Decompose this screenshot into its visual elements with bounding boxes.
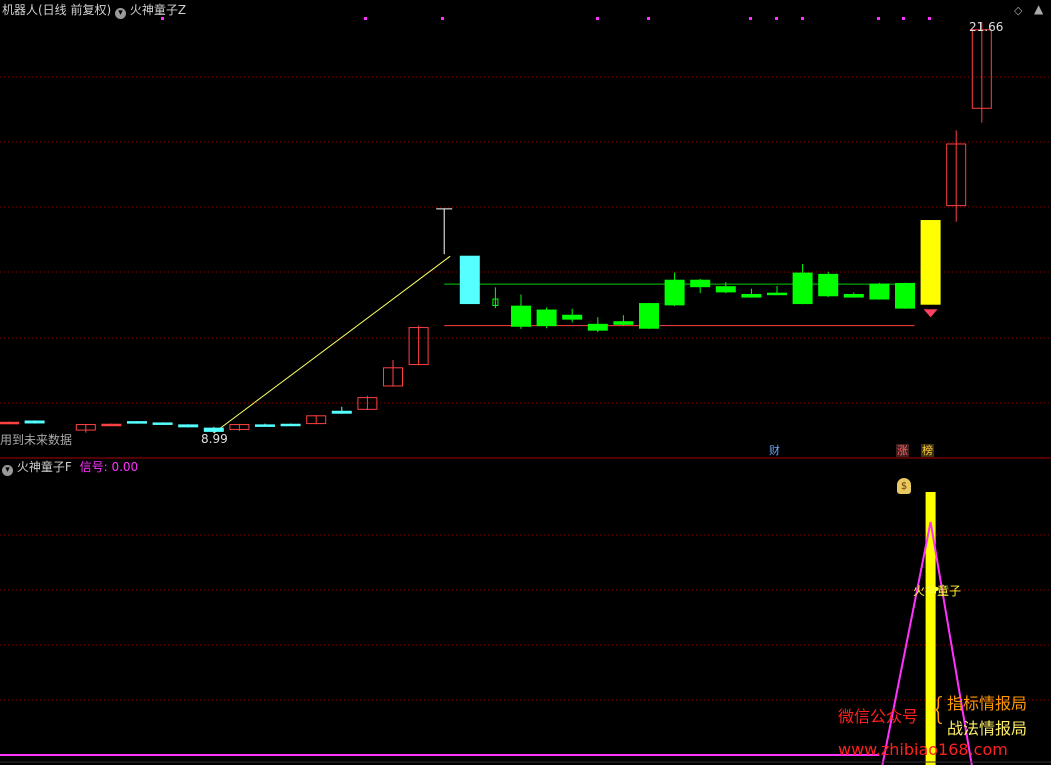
candle-body [562, 314, 583, 320]
candle-body [280, 423, 301, 427]
signal-value: 0.00 [111, 460, 139, 474]
candle-body [639, 303, 659, 329]
sub-panel-header: ▾ 火神童子F 信号: 0.00 [2, 460, 138, 476]
candle-body [895, 282, 915, 309]
signal-dot [596, 17, 599, 20]
main-indicator-name[interactable]: 火神童子Z [130, 3, 186, 17]
rise-marker[interactable]: 涨 [896, 444, 909, 457]
candle-body [741, 293, 762, 298]
watermark-name-2: 战法情报局 [947, 719, 1028, 738]
watermark-name-1: 指标情报局 [947, 694, 1028, 713]
candle-body [690, 279, 711, 288]
candle-body [715, 286, 736, 293]
candle-body [127, 421, 147, 424]
candle-body [587, 323, 608, 331]
signal-dot [877, 17, 880, 20]
signal-dot [647, 17, 650, 20]
gem-icon [923, 309, 938, 318]
kline-chart[interactable] [0, 0, 1051, 765]
candle-body [0, 421, 19, 425]
candle-body [152, 422, 173, 425]
candle-body [869, 283, 890, 300]
candle-body [536, 309, 557, 327]
candle-body [818, 273, 839, 297]
watermark-url[interactable]: www.zhibiao168.com [838, 740, 1008, 759]
stock-title: 机器人(日线 前复权) [2, 3, 112, 17]
money-bag-icon: $ [897, 478, 911, 494]
high-price-label: 21.66 [969, 20, 1004, 34]
main-panel-header: 机器人(日线 前复权) ▾ 火神童子Z [2, 3, 186, 19]
sub-indicator-name[interactable]: 火神童子F [17, 460, 72, 474]
candle-body [792, 272, 813, 305]
signal-dot [364, 17, 367, 20]
chevron-down-icon[interactable]: ▾ [2, 465, 13, 476]
finance-marker[interactable]: 财 [768, 444, 781, 457]
candle-body [24, 420, 45, 424]
candle-body [178, 424, 199, 428]
signal-dot [928, 17, 931, 20]
candle-body [843, 293, 864, 298]
diamond-icon[interactable]: ◇ [1014, 4, 1022, 17]
candle-body [613, 321, 634, 325]
candle-body [101, 423, 122, 427]
brace-glyph: { [929, 692, 949, 727]
candle-body [203, 427, 224, 432]
signal-dot [902, 17, 905, 20]
signal-label: 信号: [79, 460, 108, 474]
candle-body [767, 292, 787, 296]
signal-annotation: 火神童子 [913, 584, 962, 598]
candle-body [664, 279, 685, 306]
signal-dot [441, 17, 444, 20]
wechat-label: 微信公众号 [838, 707, 919, 726]
candle-body [255, 424, 275, 427]
rank-marker[interactable]: 榜 [921, 444, 934, 457]
signal-dot [749, 17, 752, 20]
chevron-down-icon[interactable]: ▾ [115, 8, 127, 19]
candle-body [331, 410, 352, 414]
candle-body [920, 220, 941, 305]
future-data-note: 用到未来数据 [0, 433, 73, 447]
candle-body [459, 255, 480, 305]
signal-dot [801, 17, 804, 20]
signal-dot [775, 17, 778, 20]
scroll-up-icon[interactable]: ▲ [1034, 2, 1043, 16]
low-price-label: 8.99 [201, 432, 228, 446]
candle-body [511, 305, 531, 327]
trend-line [213, 255, 451, 434]
